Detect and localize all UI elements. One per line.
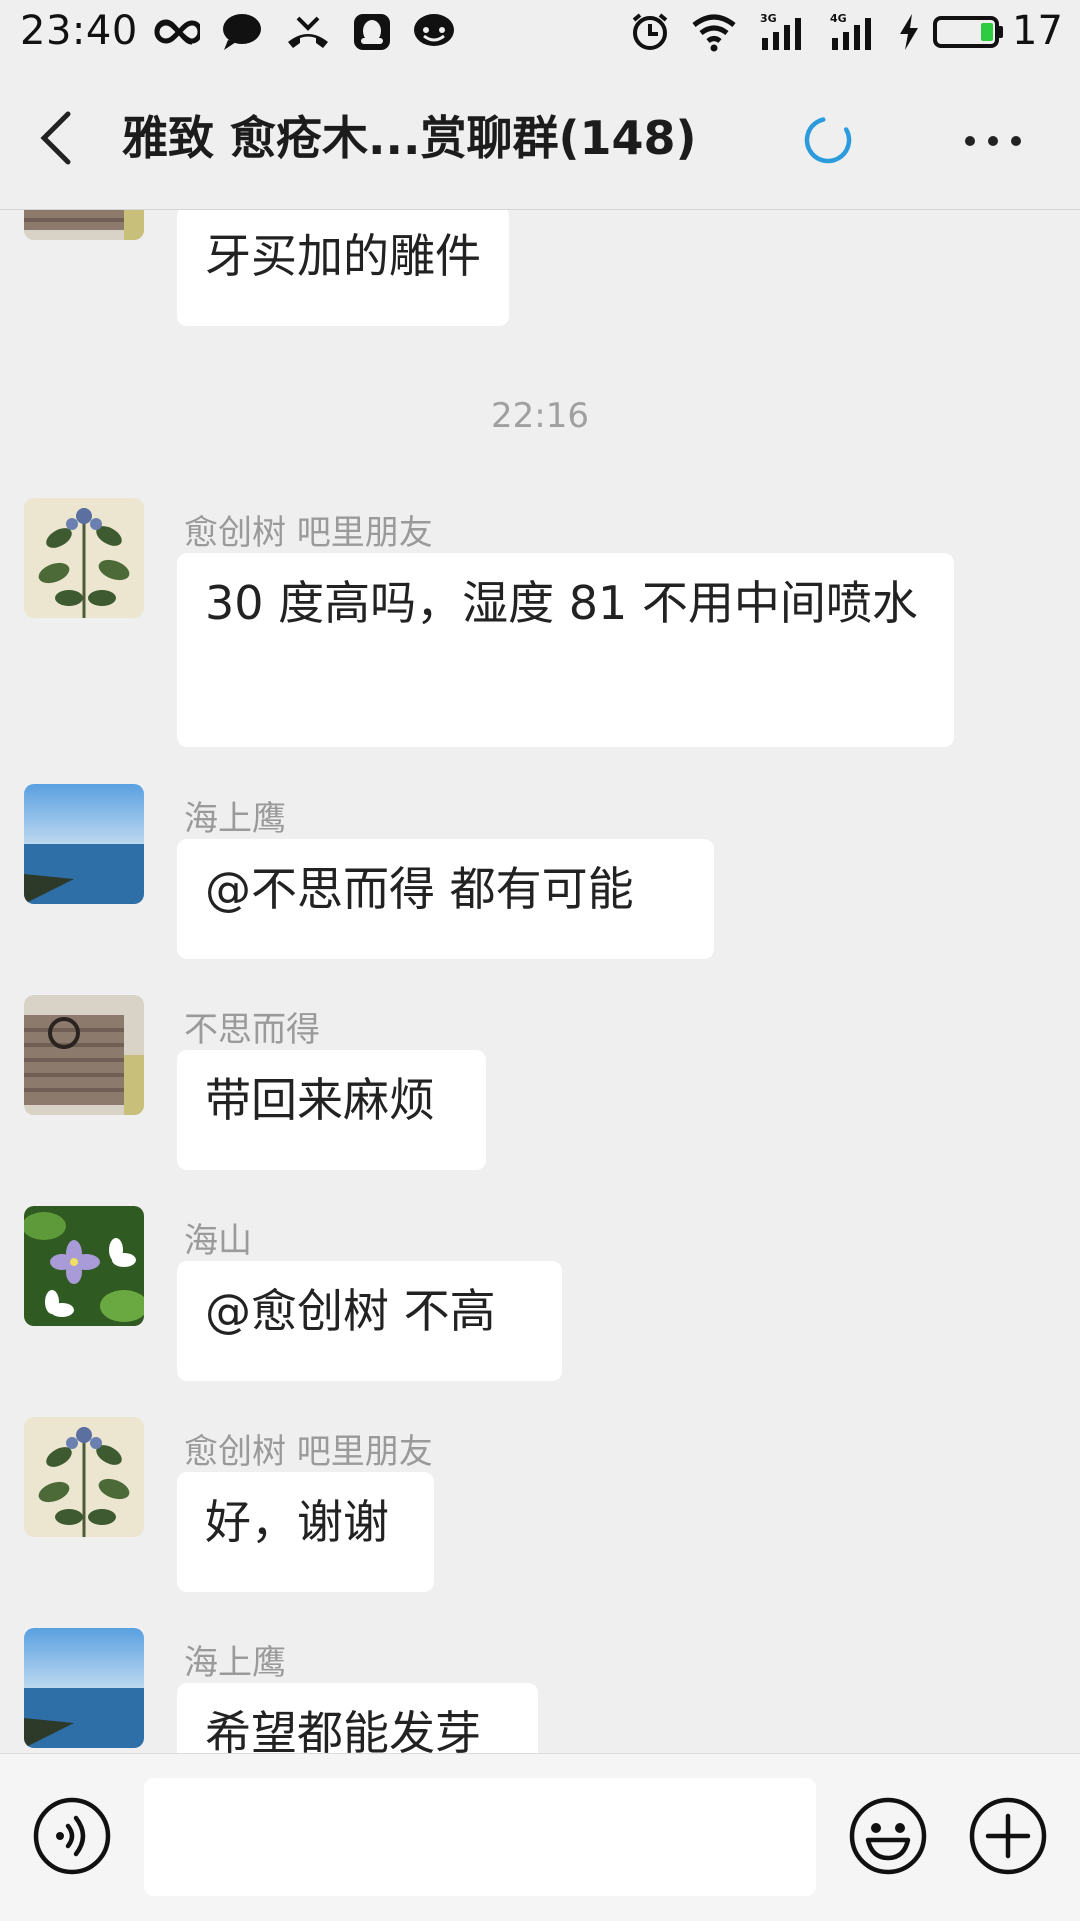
message-bubble[interactable]: 30 度高吗，湿度 81 不用中间喷水 (177, 553, 954, 747)
message-text: 好，谢谢 (205, 1495, 389, 1549)
avatar-carving[interactable] (24, 210, 144, 240)
sender-name: 海上鹰 (184, 1643, 286, 1683)
message-input[interactable] (144, 1778, 816, 1896)
message-text: 希望都能发芽 (205, 1706, 481, 1753)
status-time: 23:40 (20, 8, 138, 54)
battery-icon (933, 16, 1003, 48)
message-bubble[interactable]: 牙买加的雕件 (177, 210, 509, 326)
message-text: 带回来麻烦 (205, 1073, 435, 1127)
status-bar: 23:40 3G 4G 17 (0, 0, 1080, 66)
avatar-carving[interactable] (24, 995, 144, 1115)
timestamp: 22:16 (491, 396, 589, 436)
signal-3g-icon: 3G (758, 12, 814, 52)
sender-name: 海山 (184, 1221, 252, 1261)
avatar-sea[interactable] (24, 784, 144, 904)
qq-icon (354, 14, 390, 50)
sender-name: 愈创树 吧里朋友 (184, 1432, 433, 1472)
infinity-icon (154, 19, 200, 45)
alarm-icon (632, 13, 668, 50)
sender-name: 不思而得 (184, 1010, 320, 1050)
avatar-plant-sketch[interactable] (24, 1417, 144, 1537)
loading-spinner-icon (804, 116, 852, 164)
avatar-plant-sketch[interactable] (24, 498, 144, 618)
emoji-icon[interactable] (848, 1796, 928, 1876)
message-list[interactable]: 牙买加的雕件 22:16 愈创树 吧里朋友 30 度高吗，湿度 81 不用中间喷… (0, 210, 1080, 1753)
message-text: @不思而得 都有可能 (205, 862, 634, 916)
sender-name: 愈创树 吧里朋友 (184, 513, 433, 553)
back-icon[interactable] (28, 102, 88, 174)
chat-header: 雅致 愈疮木...赏聊群(148) (0, 66, 1080, 210)
message-icon (414, 14, 454, 46)
message-bubble[interactable]: 好，谢谢 (177, 1472, 434, 1592)
message-bubble[interactable]: 带回来麻烦 (177, 1050, 486, 1170)
chat-bubble-icon (223, 14, 261, 50)
input-bar (0, 1753, 1080, 1921)
battery-percent: 17 (1012, 8, 1063, 54)
more-options-icon[interactable] (958, 126, 1028, 156)
signal-4g-icon: 4G (828, 12, 884, 52)
message-text: 牙买加的雕件 (205, 229, 481, 283)
message-text: 30 度高吗，湿度 81 不用中间喷水 (205, 576, 918, 630)
wifi-icon (692, 14, 736, 52)
charging-icon (900, 14, 918, 50)
sender-name: 海上鹰 (184, 799, 286, 839)
chat-title[interactable]: 雅致 愈疮木...赏聊群(148) (122, 102, 697, 168)
add-more-icon[interactable] (968, 1796, 1048, 1876)
avatar-sea[interactable] (24, 1628, 144, 1748)
message-text: @愈创树 不高 (205, 1284, 496, 1338)
missed-call-icon (288, 16, 328, 48)
message-bubble[interactable]: @愈创树 不高 (177, 1261, 562, 1381)
avatar-flower[interactable] (24, 1206, 144, 1326)
voice-icon[interactable] (32, 1796, 112, 1876)
message-bubble[interactable]: 希望都能发芽 (177, 1683, 538, 1753)
message-bubble[interactable]: @不思而得 都有可能 (177, 839, 714, 959)
